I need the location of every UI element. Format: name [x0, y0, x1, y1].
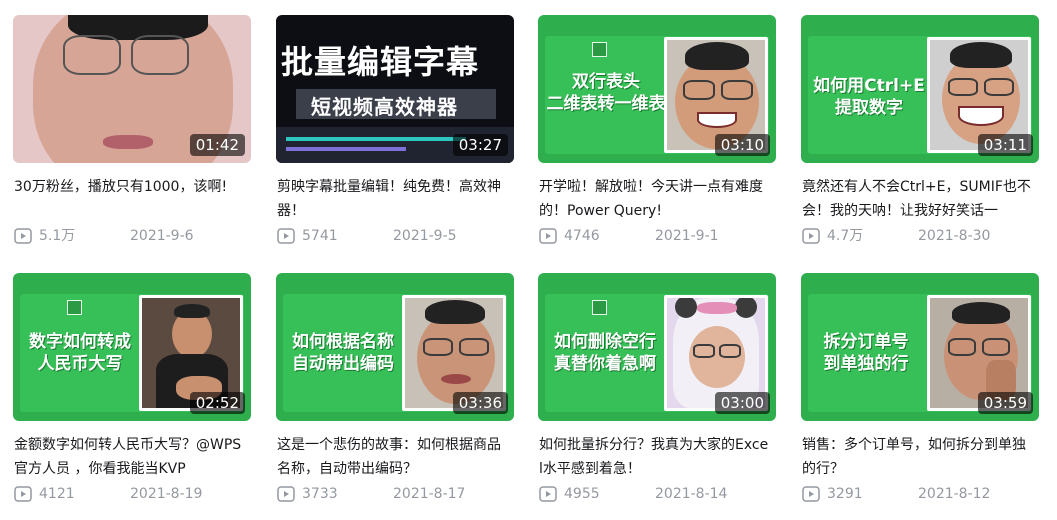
video-title[interactable]: 30万粉丝，播放只有1000，该啊! — [14, 175, 246, 221]
play-count-icon — [539, 486, 557, 502]
view-count: 3291 — [827, 486, 863, 502]
video-meta: 3733 2021-8-17 — [277, 485, 513, 505]
thumbnail-headline: 如何根据名称 自动带出编码 — [292, 332, 394, 374]
video-title[interactable]: 剪映字幕批量编辑！纯免费！高效神器！ — [277, 175, 509, 221]
video-meta: 4.7万 2021-8-30 — [802, 227, 1038, 247]
video-card[interactable]: 如何删除空行 真替你着急啊 03:00 如何批量拆分行？我真为大家的Excel水… — [538, 273, 776, 518]
duration-badge: 02:52 — [189, 392, 245, 414]
video-title[interactable]: 竟然还有人不会Ctrl+E，SUMIF也不会！我的天呐！让我好好笑话一 — [802, 175, 1034, 221]
thumbnail-headline: 双行表头 二维表转一维表 — [546, 72, 666, 114]
video-thumbnail[interactable]: 如何用Ctrl+E 提取数字 03:11 — [801, 15, 1039, 163]
play-count-icon — [277, 228, 295, 244]
thumbnail-headline: 拆分订单号 到单独的行 — [823, 332, 909, 374]
video-card[interactable]: 双行表头 二维表转一维表 03:10 开学啦！解放啦！今天讲一点有难度的！Pow… — [538, 15, 776, 260]
publish-date: 2021-8-30 — [918, 228, 991, 244]
play-count-icon — [277, 486, 295, 502]
duration-badge: 01:42 — [189, 134, 245, 156]
video-thumbnail[interactable]: 如何删除空行 真替你着急啊 03:00 — [538, 273, 776, 421]
view-count: 3733 — [302, 486, 338, 502]
publish-date: 2021-8-14 — [655, 486, 728, 502]
video-card[interactable]: 拆分订单号 到单独的行 03:59 销售：多个订单号，如何拆分到单独的行？ 32 — [801, 273, 1039, 518]
play-count-icon — [802, 228, 820, 244]
view-count: 4.7万 — [827, 228, 864, 244]
video-thumbnail[interactable]: 双行表头 二维表转一维表 03:10 — [538, 15, 776, 163]
thumbnail-headline: 如何用Ctrl+E 提取数字 — [813, 76, 925, 118]
video-thumbnail[interactable]: 拆分订单号 到单独的行 03:59 — [801, 273, 1039, 421]
thumbnail-headline: 如何删除空行 真替你着急啊 — [554, 332, 656, 374]
video-title[interactable]: 这是一个悲伤的故事：如何根据商品名称，自动带出编码？ — [277, 433, 509, 479]
play-count-icon — [802, 486, 820, 502]
video-meta: 3291 2021-8-12 — [802, 485, 1038, 505]
publish-date: 2021-8-17 — [393, 486, 466, 502]
view-count: 5.1万 — [39, 228, 76, 244]
video-card[interactable]: 数字如何转成 人民币大写 02:52 金额数字如何转人民币大写？@WPS官方人员… — [13, 273, 251, 518]
video-title[interactable]: 金额数字如何转人民币大写？@WPS官方人员 ，你看我能当KVP — [14, 433, 246, 479]
video-thumbnail[interactable]: 01:42 — [13, 15, 251, 163]
view-count: 4121 — [39, 486, 75, 502]
thumbnail-headline: 批量编辑字幕 — [281, 43, 480, 81]
video-title[interactable]: 如何批量拆分行？我真为大家的Excel水平感到着急！ — [539, 433, 771, 479]
video-meta: 4746 2021-9-1 — [539, 227, 775, 247]
view-count: 5741 — [302, 228, 338, 244]
play-count-icon — [539, 228, 557, 244]
video-meta: 5741 2021-9-5 — [277, 227, 513, 247]
view-count: 4955 — [564, 486, 600, 502]
duration-badge: 03:10 — [714, 134, 770, 156]
video-meta: 4121 2021-8-19 — [14, 485, 250, 505]
publish-date: 2021-8-19 — [130, 486, 203, 502]
video-card[interactable]: 如何根据名称 自动带出编码 03:36 这是一个悲伤的故事：如何根据商品名称，自… — [276, 273, 514, 518]
duration-badge: 03:59 — [977, 392, 1033, 414]
video-card[interactable]: 批量编辑字幕 短视频高效神器 03:27 剪映字幕批量编辑！纯免费！高效神器！ … — [276, 15, 514, 260]
publish-date: 2021-9-1 — [655, 228, 719, 244]
view-count: 4746 — [564, 228, 600, 244]
thumbnail-subhead: 短视频高效神器 — [311, 95, 458, 119]
play-count-icon — [14, 486, 32, 502]
video-title[interactable]: 开学啦！解放啦！今天讲一点有难度的！Power Query! — [539, 175, 771, 221]
video-thumbnail[interactable]: 数字如何转成 人民币大写 02:52 — [13, 273, 251, 421]
play-count-icon — [14, 228, 32, 244]
video-title[interactable]: 销售：多个订单号，如何拆分到单独的行？ — [802, 433, 1034, 479]
duration-badge: 03:36 — [452, 392, 508, 414]
publish-date: 2021-9-6 — [130, 228, 194, 244]
video-meta: 5.1万 2021-9-6 — [14, 227, 250, 247]
publish-date: 2021-9-5 — [393, 228, 457, 244]
video-card[interactable]: 如何用Ctrl+E 提取数字 03:11 竟然还有人不会Ctrl+E，SUMIF… — [801, 15, 1039, 260]
video-thumbnail[interactable]: 批量编辑字幕 短视频高效神器 03:27 — [276, 15, 514, 163]
duration-badge: 03:00 — [714, 392, 770, 414]
video-meta: 4955 2021-8-14 — [539, 485, 775, 505]
duration-badge: 03:27 — [452, 134, 508, 156]
video-thumbnail[interactable]: 如何根据名称 自动带出编码 03:36 — [276, 273, 514, 421]
video-card[interactable]: 01:42 30万粉丝，播放只有1000，该啊! 5.1万 2021-9-6 — [13, 15, 251, 260]
duration-badge: 03:11 — [977, 134, 1033, 156]
publish-date: 2021-8-12 — [918, 486, 991, 502]
thumbnail-headline: 数字如何转成 人民币大写 — [29, 332, 131, 374]
